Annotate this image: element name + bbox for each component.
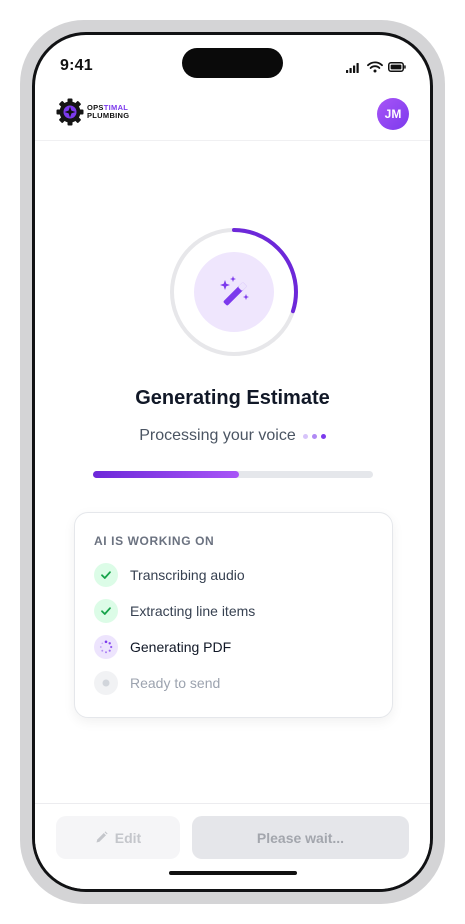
page-title: Generating Estimate xyxy=(135,387,330,409)
check-icon xyxy=(94,563,118,587)
logo-line-2: PLUMBING xyxy=(87,111,130,120)
magic-wand-icon xyxy=(220,276,249,306)
battery-icon xyxy=(388,62,406,72)
home-indicator xyxy=(169,871,297,875)
task-label: Ready to send xyxy=(130,675,221,691)
logo-wordmark: OPSTIMAL PLUMBING xyxy=(87,104,129,120)
phone-frame: 9:41 OPSTIMAL PLUMBING JM Generating Est… xyxy=(20,20,445,904)
task-item: Transcribing audio xyxy=(94,563,245,587)
progress-ring-center xyxy=(194,252,274,332)
edit-button-label: Edit xyxy=(114,829,142,846)
pencil-icon xyxy=(96,831,108,843)
avatar[interactable]: JM xyxy=(377,98,409,130)
wifi-icon xyxy=(367,61,383,73)
status-time: 9:41 xyxy=(60,57,93,74)
pending-dot-icon xyxy=(94,671,118,695)
loading-dot xyxy=(302,433,308,439)
company-logo[interactable]: OPSTIMAL PLUMBING xyxy=(55,97,129,127)
screen: 9:41 OPSTIMAL PLUMBING JM Generating Est… xyxy=(35,35,430,889)
progress-ring xyxy=(169,227,299,357)
progress-bar-fill xyxy=(93,471,239,478)
phone-bezel: 9:41 OPSTIMAL PLUMBING JM Generating Est… xyxy=(32,32,433,892)
app-header: OPSTIMAL PLUMBING JM xyxy=(35,93,430,141)
task-item: Generating PDF xyxy=(94,635,231,659)
task-label: Extracting line items xyxy=(130,603,256,619)
loading-dot xyxy=(311,433,317,439)
card-title: AI IS WORKING ON xyxy=(94,534,215,548)
please-wait-button[interactable]: Please wait... xyxy=(192,816,409,859)
loading-dot xyxy=(320,433,326,439)
progress-bar xyxy=(93,471,373,478)
ai-task-card: AI IS WORKING ON Transcribing audio Extr… xyxy=(74,512,393,718)
status-icons xyxy=(346,61,406,73)
gear-logo-icon xyxy=(56,98,84,126)
edit-button[interactable]: Edit xyxy=(56,816,180,859)
task-label: Transcribing audio xyxy=(130,567,245,583)
action-footer: Edit Please wait... xyxy=(35,803,430,889)
signal-icon xyxy=(346,62,359,73)
loading-dots xyxy=(302,433,326,439)
spinner-icon xyxy=(94,635,118,659)
check-icon xyxy=(94,599,118,623)
status-message: Processing your voice xyxy=(35,427,430,445)
status-subtitle: Processing your voice xyxy=(139,427,296,444)
task-item: Ready to send xyxy=(94,671,220,695)
task-item: Extracting line items xyxy=(94,599,255,623)
task-label: Generating PDF xyxy=(130,639,232,655)
dynamic-island xyxy=(182,48,283,78)
